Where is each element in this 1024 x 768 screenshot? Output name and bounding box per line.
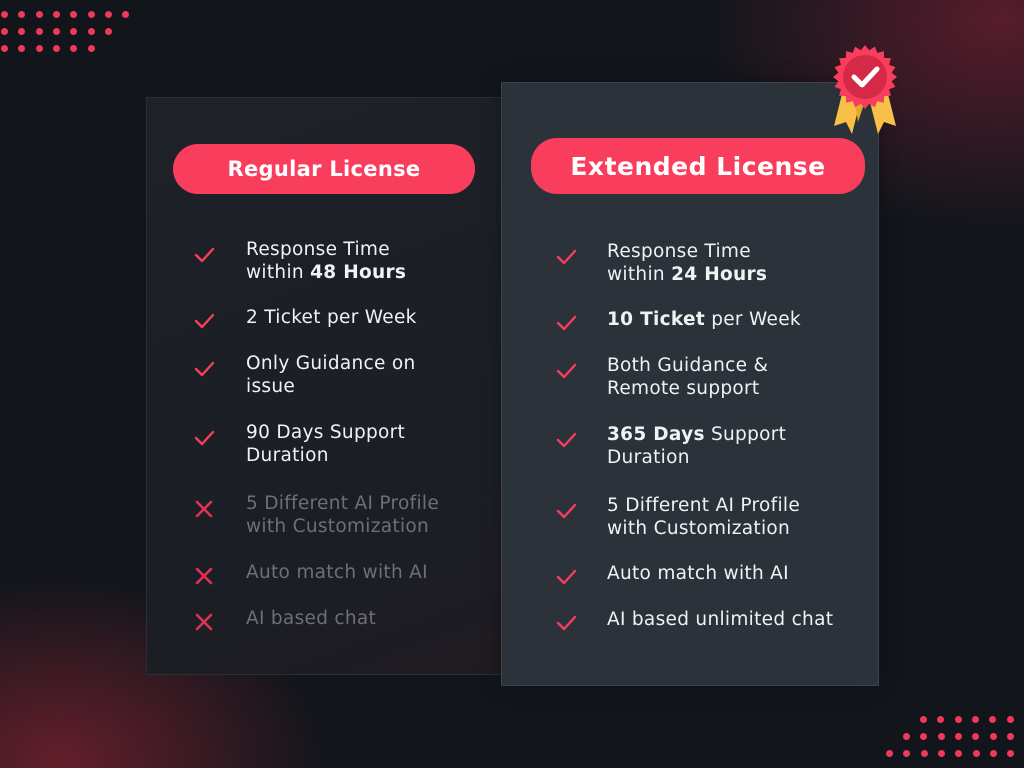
check-icon: [555, 566, 577, 588]
decorative-dot: [52, 45, 60, 52]
cross-icon: [193, 565, 215, 587]
decorative-dot: [35, 28, 43, 35]
feature-text: 2 Ticket per Week: [246, 307, 417, 328]
award-ribbon-check-icon: [833, 45, 897, 134]
decorative-dot: [971, 716, 979, 723]
feature-text: AI based unlimited chat: [607, 609, 834, 630]
check-icon: [555, 246, 577, 268]
decorative-dot: [954, 716, 962, 723]
decorative-dot: [937, 750, 945, 757]
check-icon: [555, 429, 577, 451]
check-icon: [193, 427, 215, 449]
feature-text: Only Guidance on issue: [246, 353, 416, 397]
feature-text: 5 Different AI Profile with Customization: [246, 493, 439, 537]
decorative-dot: [972, 750, 980, 757]
check-icon: [555, 312, 577, 334]
decorative-dot: [35, 45, 43, 52]
feature-text: 10 Ticket per Week: [607, 309, 801, 330]
decorative-dot: [954, 733, 962, 740]
feature-text: 5 Different AI Profile with Customization: [607, 495, 800, 539]
decorative-dot: [1, 45, 8, 52]
decorative-dot: [920, 750, 928, 757]
feature-text: Response Time within 48 Hours: [246, 239, 407, 283]
decorative-dot: [989, 750, 997, 757]
decorative-dot: [989, 733, 997, 740]
decorative-dot: [52, 28, 60, 35]
decorative-dot: [87, 28, 95, 35]
decorative-dot: [937, 733, 945, 740]
feature-text: 90 Days Support Duration: [246, 422, 406, 466]
decorative-dot: [87, 45, 95, 52]
extended-license-card: Extended License Response Time within 24 …: [501, 82, 879, 686]
decorative-dot: [52, 11, 60, 18]
decorative-dot: [903, 733, 910, 740]
decorative-dot: [104, 28, 112, 35]
decorative-dot: [1, 28, 8, 35]
feature-text: Response Time within 24 Hours: [607, 241, 768, 285]
check-icon: [193, 310, 215, 332]
feature-text: Auto match with AI: [607, 563, 789, 584]
decorative-dot: [104, 11, 112, 18]
decorative-dot: [920, 716, 927, 723]
check-icon: [555, 500, 577, 522]
regular-license-card: Regular License Response Time within 48 H…: [146, 97, 502, 675]
regular-license-title: Regular License: [173, 144, 475, 194]
feature-text: AI based chat: [246, 608, 377, 629]
extended-license-title: Extended License: [531, 138, 865, 194]
decorative-dot: [1006, 733, 1014, 740]
cross-icon: [193, 611, 215, 633]
check-icon: [555, 360, 577, 382]
decorative-dot: [886, 750, 893, 757]
decorative-dot: [35, 11, 43, 18]
cross-icon: [193, 498, 215, 520]
decorative-dot: [87, 11, 95, 18]
check-icon: [193, 358, 215, 380]
decorative-dot: [1, 11, 8, 18]
decorative-dot: [1006, 716, 1014, 723]
check-icon: [555, 612, 577, 634]
feature-text: 365 Days Support Duration: [607, 424, 787, 468]
check-icon: [193, 244, 215, 266]
feature-text: Auto match with AI: [246, 562, 428, 583]
feature-text: Both Guidance & Remote support: [607, 355, 769, 399]
